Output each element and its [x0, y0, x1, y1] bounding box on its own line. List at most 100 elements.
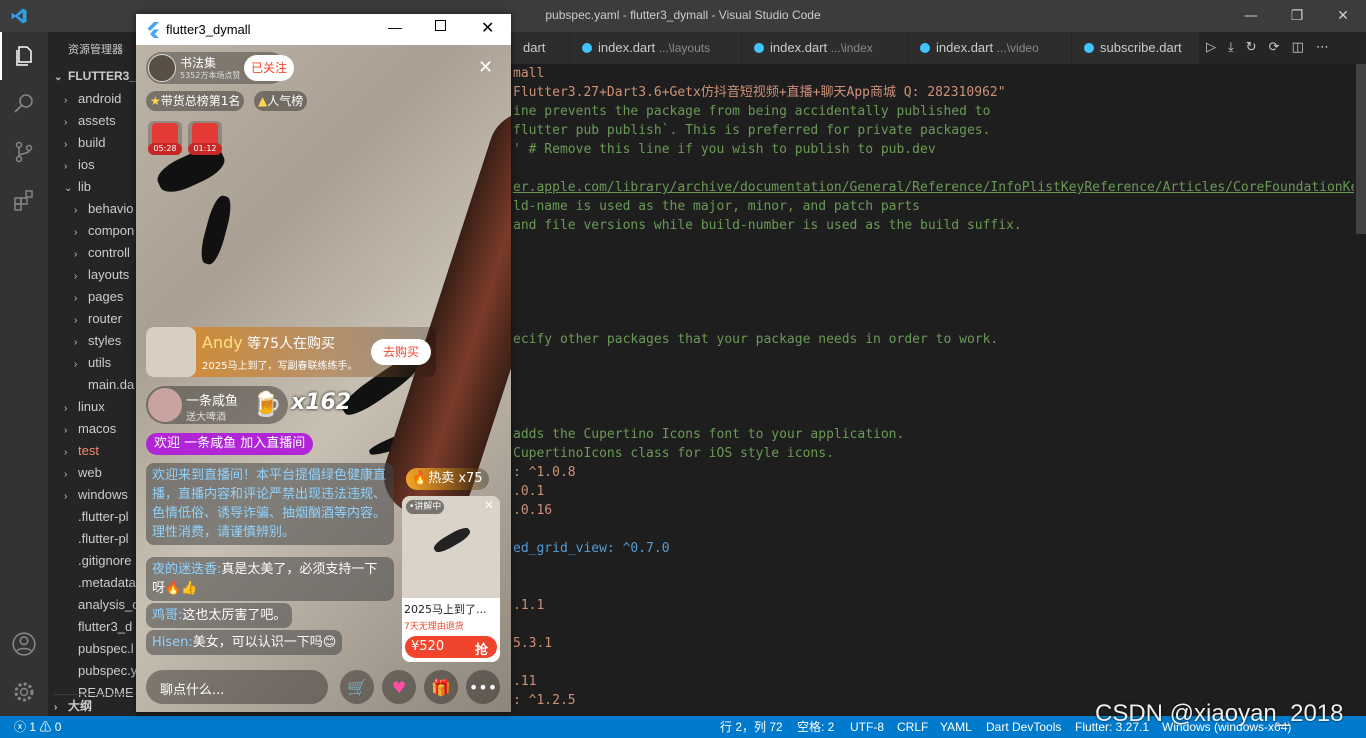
- red-packet-2[interactable]: 01:12: [188, 121, 222, 155]
- tree-item[interactable]: › build: [64, 132, 105, 154]
- reload-icon[interactable]: ⟳: [1269, 40, 1292, 55]
- more-actions-icon[interactable]: ⋯: [1316, 40, 1341, 55]
- code-line: .0.1: [513, 484, 545, 499]
- tree-item[interactable]: › router: [74, 308, 122, 330]
- tree-item[interactable]: › android: [64, 88, 121, 110]
- close-card-icon[interactable]: ✕: [484, 498, 494, 512]
- tree-item[interactable]: › controll: [74, 242, 130, 264]
- tree-item[interactable]: › windows: [64, 484, 128, 506]
- code-line: Flutter3.27+Dart3.6+Getx仿抖音短视频+直播+聊天App商…: [513, 85, 1006, 100]
- more-icon[interactable]: •••: [466, 670, 500, 704]
- close-button[interactable]: ✕: [1320, 0, 1366, 32]
- tree-item[interactable]: › compon: [74, 220, 134, 242]
- encoding[interactable]: UTF-8: [850, 716, 884, 738]
- tree-item[interactable]: › styles: [74, 330, 121, 352]
- tab-dart[interactable]: dart: [511, 32, 570, 64]
- code-line: mall: [513, 66, 545, 81]
- buyer-name: Andy: [202, 333, 243, 352]
- product-card[interactable]: •讲解中 ✕ 2025马上到了... 7天无理由退货 ¥520 抢: [402, 496, 500, 662]
- popularity-tag[interactable]: ▲人气榜: [254, 91, 308, 111]
- tab-subscribe[interactable]: subscribe.dart: [1072, 32, 1200, 64]
- buy-now-button[interactable]: ¥520 抢: [405, 636, 497, 658]
- tree-item[interactable]: .metadata: [64, 572, 136, 594]
- outline-section[interactable]: › 大纲: [54, 694, 136, 716]
- tree-item[interactable]: › test: [64, 440, 99, 462]
- tree-item[interactable]: analysis_o: [64, 594, 136, 616]
- problems-indicator[interactable]: ⓧ 1 ⚠ 0: [14, 716, 61, 738]
- extensions-icon[interactable]: [0, 176, 48, 224]
- code-line: CupertinoIcons class for iOS style icons…: [513, 446, 834, 461]
- buying-notice[interactable]: Andy 等75人在购买 2025马上到了，写副春联练练手。 去购买: [146, 327, 436, 377]
- code-line: .1.1: [513, 598, 545, 613]
- go-buy-button[interactable]: 去购买: [371, 339, 431, 365]
- project-root[interactable]: ⌄FLUTTER3_DY: [54, 65, 136, 87]
- code-line: ine prevents the package from being acci…: [513, 104, 991, 119]
- cart-icon[interactable]: 🛒: [340, 670, 374, 704]
- tree-item[interactable]: › macos: [64, 418, 116, 440]
- tree-item[interactable]: .flutter-pl: [64, 506, 129, 528]
- app-maximize-button[interactable]: [435, 20, 446, 31]
- tree-item[interactable]: pubspec.l: [64, 638, 134, 660]
- editor-actions: ▷⤓↻⟳◫⋯: [1206, 40, 1341, 55]
- tree-item[interactable]: › web: [64, 462, 102, 484]
- run-icon[interactable]: ▷: [1206, 40, 1228, 55]
- search-icon[interactable]: [0, 80, 48, 128]
- settings-gear-icon[interactable]: [0, 668, 48, 716]
- chat-input[interactable]: 聊点什么...: [146, 670, 328, 704]
- chat-message: 鸡哥:这也太厉害了吧。: [146, 603, 293, 628]
- product-title: 2025马上到了...: [404, 603, 487, 616]
- maximize-button[interactable]: ❐: [1274, 0, 1320, 32]
- tree-item[interactable]: › ios: [64, 154, 95, 176]
- gift-icon[interactable]: 🎁: [424, 670, 458, 704]
- source-control-icon[interactable]: [0, 128, 48, 176]
- tree-item[interactable]: .flutter-pl: [64, 528, 129, 550]
- explorer-icon[interactable]: [0, 32, 48, 80]
- tree-item[interactable]: pubspec.y: [64, 660, 136, 682]
- anchor-likes: 5352万本场点赞: [180, 71, 241, 80]
- code-line: 5.3.1: [513, 636, 553, 651]
- watermark: CSDN @xiaoyan_2018: [1095, 700, 1344, 727]
- tree-item[interactable]: › layouts: [74, 264, 129, 286]
- tab-index-layouts[interactable]: index.dart ...\layouts: [570, 32, 742, 64]
- red-packet-1[interactable]: 05:28: [148, 121, 182, 155]
- rank-tag[interactable]: ★带货总榜第1名: [146, 91, 245, 111]
- tree-item[interactable]: .gitignore: [64, 550, 131, 572]
- brush-handle: [373, 101, 511, 529]
- restart-icon[interactable]: ↻: [1246, 40, 1269, 55]
- tree-item[interactable]: main.da: [74, 374, 134, 396]
- tree-item[interactable]: flutter3_d: [64, 616, 132, 638]
- cursor-position[interactable]: 行 2，列 72: [720, 716, 783, 738]
- close-live-icon[interactable]: ✕: [478, 57, 493, 78]
- explorer-header: 资源管理器: [68, 44, 123, 56]
- language-mode[interactable]: YAML: [940, 716, 972, 738]
- line-ending[interactable]: CRLF: [897, 716, 928, 738]
- tree-item[interactable]: › linux: [64, 396, 105, 418]
- code-line: : ^1.2.5: [513, 693, 576, 708]
- tree-item[interactable]: › assets: [64, 110, 116, 132]
- activity-bar: [0, 32, 48, 716]
- app-close-button[interactable]: ✕: [481, 18, 494, 38]
- tree-item[interactable]: › pages: [74, 286, 123, 308]
- download-icon[interactable]: ⤓: [1228, 40, 1246, 55]
- split-editor-icon[interactable]: ◫: [1292, 40, 1316, 55]
- account-icon[interactable]: [0, 620, 48, 668]
- tree-item[interactable]: › behavio: [74, 198, 134, 220]
- indentation[interactable]: 空格: 2: [797, 716, 834, 738]
- code-line: .11: [513, 674, 537, 689]
- editor-scrollbar[interactable]: [1354, 64, 1366, 716]
- code-line: ' # Remove this line if you wish to publ…: [513, 142, 936, 157]
- gift-notice: 一条咸鱼 送大啤酒 🍺: [146, 386, 288, 424]
- tab-index-index[interactable]: index.dart ...\index: [742, 32, 908, 64]
- tree-item[interactable]: › utils: [74, 352, 111, 374]
- tab-index-video[interactable]: index.dart ...\video: [908, 32, 1072, 64]
- gifter-avatar: [148, 388, 182, 422]
- product-tag: 7天无理由退货: [404, 622, 464, 632]
- app-minimize-button[interactable]: —: [388, 19, 402, 35]
- tree-item[interactable]: ⌄ lib: [64, 176, 91, 198]
- anchor-name: 书法集: [180, 56, 217, 70]
- buying-count: 等75人在购买: [247, 336, 335, 352]
- follow-button[interactable]: 已关注: [244, 55, 294, 81]
- minimize-button[interactable]: —: [1228, 0, 1274, 32]
- dart-devtools[interactable]: Dart DevTools: [986, 716, 1061, 738]
- heart-icon[interactable]: ♥: [382, 670, 416, 704]
